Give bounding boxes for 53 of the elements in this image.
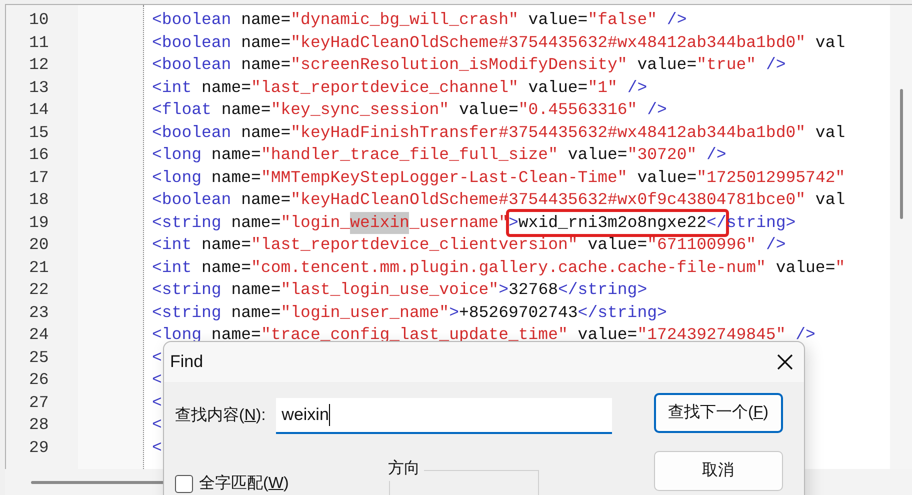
code-text: < bbox=[152, 436, 162, 458]
line-number: 17 bbox=[28, 166, 50, 188]
close-icon[interactable] bbox=[776, 353, 794, 371]
code-text: <boolean name="keyHadCleanOldScheme#3754435632#wx0f9c43804781bce0" val bbox=[152, 189, 846, 211]
code-text: <int name="last_reportdevice_channel" value="1" /> bbox=[152, 76, 648, 98]
line-number: 25 bbox=[28, 346, 50, 368]
line-number: 16 bbox=[28, 144, 50, 166]
line-number: 27 bbox=[28, 392, 50, 414]
cancel-button[interactable]: 取消 bbox=[654, 451, 783, 491]
highlighted-value: >wxid_rni3m2o8ngxe22</ bbox=[508, 212, 726, 234]
line-number: 28 bbox=[28, 414, 50, 436]
whole-word-label: 全字匹配(W) bbox=[199, 474, 289, 494]
line-number: 22 bbox=[28, 279, 50, 301]
code-text: < bbox=[152, 392, 162, 414]
line-number: 12 bbox=[28, 54, 50, 76]
code-text: <float name="key_sync_session" value="0.45563316" /> bbox=[152, 99, 667, 121]
vertical-scrollbar[interactable] bbox=[890, 5, 912, 469]
line-number: 29 bbox=[28, 436, 50, 458]
dialog-title: Find bbox=[170, 351, 204, 374]
find-next-button[interactable]: 查找下一个(F) bbox=[654, 393, 783, 433]
code-text: <int name="last_reportdevice_clientversion" value="671100996" /> bbox=[152, 234, 786, 256]
direction-label: 方向 bbox=[388, 457, 424, 481]
line-number: 26 bbox=[28, 369, 50, 391]
line-number: 11 bbox=[28, 32, 50, 54]
code-text: <string name="login_ bbox=[152, 212, 350, 234]
line-number: 14 bbox=[28, 99, 50, 121]
code-text: <string name="login_user_name">+85269702743</string> bbox=[152, 302, 667, 324]
code-text: < bbox=[152, 414, 162, 436]
line-number: 20 bbox=[28, 234, 50, 256]
line-number: 21 bbox=[28, 256, 50, 278]
code-text: <boolean name="screenResolution_isModifyDensity" value="true" /> bbox=[152, 54, 786, 76]
find-field[interactable]: weixin bbox=[276, 398, 612, 434]
code-text: < bbox=[152, 369, 162, 391]
line-number: 19 bbox=[28, 212, 50, 234]
code-text: <boolean name="dynamic_bg_will_crash" value="false" /> bbox=[152, 9, 687, 31]
code-text: <long name="handler_trace_file_full_size" value="30720" /> bbox=[152, 144, 726, 166]
code-text: <int name="com.tencent.mm.plugin.gallery.cache.cache-file-num" value=" bbox=[152, 256, 846, 278]
line-number: 23 bbox=[28, 302, 50, 324]
code-text: <string name="last_login_use_voice">32768</string> bbox=[152, 279, 648, 301]
search-match: weixin bbox=[350, 212, 410, 234]
code-text: _username" bbox=[409, 212, 508, 234]
code-text: <long name="trace_config_last_update_time" value="1724392749845" /> bbox=[152, 324, 816, 346]
find-label: 查找内容(N): bbox=[175, 406, 266, 426]
line-number: 10 bbox=[28, 9, 50, 31]
code-text: <boolean name="keyHadFinishTransfer#3754435632#wx48412ab344ba1bd0" val bbox=[152, 122, 846, 144]
line-number: 13 bbox=[28, 76, 50, 98]
line-number: 24 bbox=[28, 324, 50, 346]
code-text: <boolean name="keyHadCleanOldScheme#3754435632#wx48412ab344ba1bd0" val bbox=[152, 32, 846, 54]
code-text: <long name="MMTempKeyStepLogger-Last-Clean-Time" value="1725012995742" bbox=[152, 166, 846, 188]
code-text: < bbox=[152, 346, 162, 368]
line-number: 18 bbox=[28, 189, 50, 211]
whole-word-checkbox[interactable] bbox=[175, 475, 193, 493]
line-number: 15 bbox=[28, 122, 50, 144]
